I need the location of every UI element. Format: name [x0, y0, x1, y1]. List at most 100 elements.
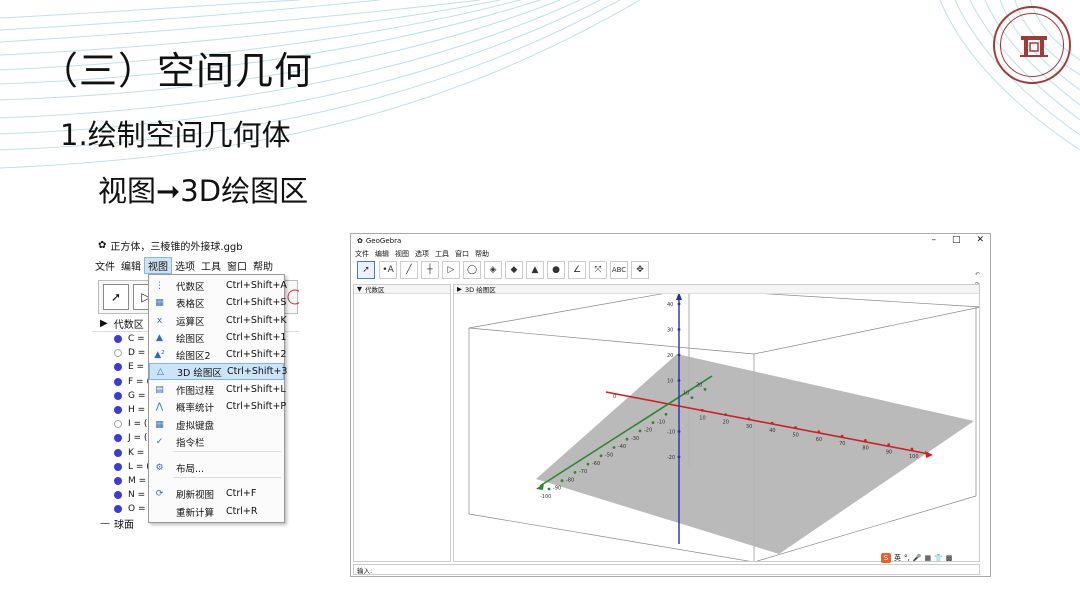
axis-tick-label: 40: [667, 302, 673, 308]
z-axis-arrow: [676, 294, 682, 300]
axis-tick-mark: [700, 408, 704, 412]
menu-item-shortcut: Ctrl+R: [226, 506, 258, 517]
reflect-tool-button[interactable]: ⤧: [589, 261, 607, 279]
axis-tick-label: 80: [862, 445, 868, 451]
menu-item-12[interactable]: ⟳ 刷新视图 Ctrl+F: [149, 485, 284, 502]
axis-tick-label: 30: [667, 328, 673, 334]
intersect-icon: ◈: [489, 265, 497, 275]
menu-item-2[interactable]: ▦ 表格区 Ctrl+Shift+S: [149, 294, 286, 311]
point-icon: •A: [382, 265, 394, 275]
move-tool-button[interactable]: ➚: [357, 261, 375, 279]
angle-tool-button[interactable]: ∠: [568, 261, 586, 279]
menu-item-11[interactable]: ⚙ 布局...: [149, 459, 284, 476]
check-icon: ✓: [155, 436, 164, 447]
axis-tick-label: 60: [816, 437, 822, 443]
visibility-dot-icon[interactable]: [114, 448, 122, 457]
menu-item-7[interactable]: ▤ 作图过程 Ctrl+Shift+L: [149, 381, 285, 398]
visibility-dot-icon[interactable]: [114, 462, 122, 471]
visibility-dot-icon[interactable]: [114, 505, 122, 514]
menu-item-label: 绘图区2: [176, 350, 211, 362]
input-bar[interactable]: 输入:: [353, 564, 980, 575]
pyramid-icon: ▲: [531, 265, 539, 275]
visibility-dot-icon[interactable]: [114, 406, 122, 415]
line-tool-button[interactable]: ╱: [400, 261, 418, 279]
undo-icon[interactable]: ↶: [975, 270, 980, 280]
triangle-down-icon: ▼: [357, 285, 362, 293]
menu-item-10[interactable]: ✓ 指令栏: [149, 433, 284, 450]
algebra-row-label: O =: [128, 504, 146, 515]
menu-window[interactable]: 窗口: [224, 258, 250, 273]
menu-view[interactable]: 视图: [395, 249, 409, 259]
minimize-icon[interactable]: –: [931, 235, 936, 245]
menu-edit[interactable]: 编辑: [118, 258, 144, 273]
menu-tools[interactable]: 工具: [198, 258, 224, 273]
menu-item-3[interactable]: x 运算区 Ctrl+Shift+K: [149, 312, 287, 329]
menu-edit[interactable]: 编辑: [375, 249, 389, 259]
graphics-3d-canvas[interactable]: 0 10 20 30 40 50 60 70 80 90 100 -100-90 -80 -70 -60 -5…: [454, 294, 980, 562]
move-tool-button[interactable]: ➚: [103, 284, 129, 310]
menu-item-label: 代数区: [176, 281, 205, 293]
axis-tick-label: 20: [723, 420, 729, 426]
menu-item-label: 运算区: [176, 316, 205, 328]
y-axis-arrow: [536, 483, 544, 490]
menu-item-8[interactable]: ⋀ 概率统计 Ctrl+Shift+P: [149, 398, 286, 415]
plane-tool-button[interactable]: ◆: [505, 261, 523, 279]
axis-tick-label: 100: [909, 454, 919, 460]
menu-help[interactable]: 帮助: [475, 249, 489, 259]
axis-tick-label: -80: [566, 477, 574, 483]
text-tool-button[interactable]: ABC: [610, 261, 628, 279]
visibility-dot-icon[interactable]: [114, 349, 122, 358]
polygon-tool-button[interactable]: ▷: [442, 261, 460, 279]
visibility-dot-icon[interactable]: [114, 377, 122, 386]
menu-item-1[interactable]: ⋮ 代数区 Ctrl+Shift+A: [149, 277, 287, 294]
sphere-tool-button[interactable]: ●: [547, 261, 565, 279]
graphics-3d-header: ▶ 3D 绘图区: [454, 285, 979, 294]
menu-item-4[interactable]: ▲ 绘图区 Ctrl+Shift+1: [149, 329, 287, 346]
visibility-dot-icon[interactable]: [114, 434, 122, 443]
pyramid-tool-button[interactable]: ▲: [526, 261, 544, 279]
axis-tick-label: -90: [553, 486, 561, 492]
intersect-tool-button[interactable]: ◈: [484, 261, 502, 279]
visibility-dot-icon[interactable]: [114, 363, 122, 372]
right-algebra-panel: ▼ 代数区: [353, 284, 451, 562]
menu-options[interactable]: 选项: [172, 258, 198, 273]
menu-tools[interactable]: 工具: [435, 249, 449, 259]
menu-item-13[interactable]: 重新计算 Ctrl+R: [149, 503, 284, 520]
axis-tick-label: -30: [631, 436, 639, 442]
line-icon: ╱: [406, 265, 412, 275]
menu-item-6[interactable]: △ 3D 绘图区 Ctrl+Shift+3: [149, 363, 287, 380]
menu-item-5[interactable]: ▲² 绘图区2 Ctrl+Shift+2: [149, 346, 286, 363]
close-icon[interactable]: ✕: [976, 235, 984, 245]
menu-window[interactable]: 窗口: [455, 249, 469, 259]
sogou-icon[interactable]: S: [881, 552, 891, 563]
visibility-dot-icon[interactable]: [114, 491, 122, 500]
axis-tick-mark: [638, 429, 642, 433]
perpendicular-tool-button[interactable]: ┼: [421, 261, 439, 279]
menu-options[interactable]: 选项: [415, 249, 429, 259]
graphics-icon: ▲: [156, 332, 163, 343]
visibility-dot-icon[interactable]: [114, 391, 122, 400]
point-tool-button[interactable]: •A: [379, 261, 397, 279]
sphere-icon: ●: [552, 265, 560, 275]
move-view-tool-button[interactable]: ✥: [631, 261, 649, 279]
ime-language[interactable]: 英: [894, 553, 901, 563]
axis-tick-mark: [703, 388, 707, 391]
geogebra-logo-icon: ✿: [357, 237, 363, 245]
axis-tick-mark: [864, 439, 867, 442]
visibility-dot-icon[interactable]: [114, 335, 122, 344]
menu-file[interactable]: 文件: [355, 249, 369, 259]
refresh-icon: ⟳: [155, 488, 164, 499]
shirt-icon: 👕: [934, 553, 943, 562]
visibility-dot-icon[interactable]: [114, 476, 122, 485]
circle-tool-button[interactable]: ◯: [463, 261, 481, 279]
maximize-icon[interactable]: □: [952, 235, 961, 245]
menu-help[interactable]: 帮助: [250, 258, 276, 273]
menu-item-9[interactable]: ▦ 虚拟键盘: [149, 416, 284, 433]
algebra-row-label: N =: [128, 490, 146, 501]
menu-file[interactable]: 文件: [92, 258, 118, 273]
menu-item-shortcut: Ctrl+Shift+K: [226, 315, 287, 326]
menu-item-shortcut: Ctrl+Shift+1: [226, 332, 287, 343]
visibility-dot-icon[interactable]: [114, 420, 122, 429]
menu-view[interactable]: 视图: [144, 256, 172, 274]
angle-icon: ∠: [572, 265, 582, 275]
